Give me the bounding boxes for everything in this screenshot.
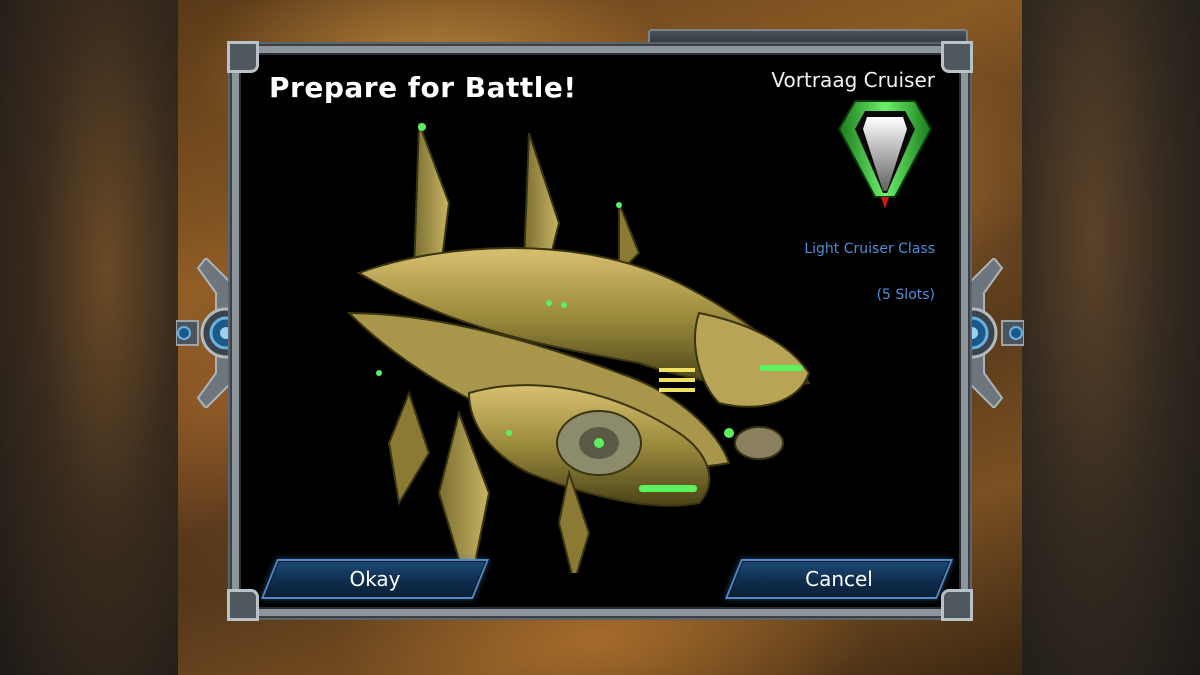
frame-corner <box>227 41 259 73</box>
letterbox-right <box>1022 0 1200 675</box>
dialog-title: Prepare for Battle! <box>269 71 577 104</box>
frame-corner <box>941 589 973 621</box>
cancel-button[interactable]: Cancel <box>724 559 954 599</box>
battle-dialog: Prepare for Battle! Vortraag Cruiser Lig… <box>227 41 973 621</box>
ship-slots-label: (5 Slots) <box>876 287 935 303</box>
frame-corner <box>227 589 259 621</box>
faction-emblem-icon <box>837 100 933 209</box>
letterbox-left <box>0 0 178 675</box>
okay-button-label: Okay <box>349 567 401 591</box>
vortraag-cruiser-ship-image <box>346 122 811 573</box>
frame-corner <box>941 41 973 73</box>
okay-button[interactable]: Okay <box>260 559 490 599</box>
ship-name: Vortraag Cruiser <box>771 68 935 92</box>
cancel-button-label: Cancel <box>805 567 873 591</box>
